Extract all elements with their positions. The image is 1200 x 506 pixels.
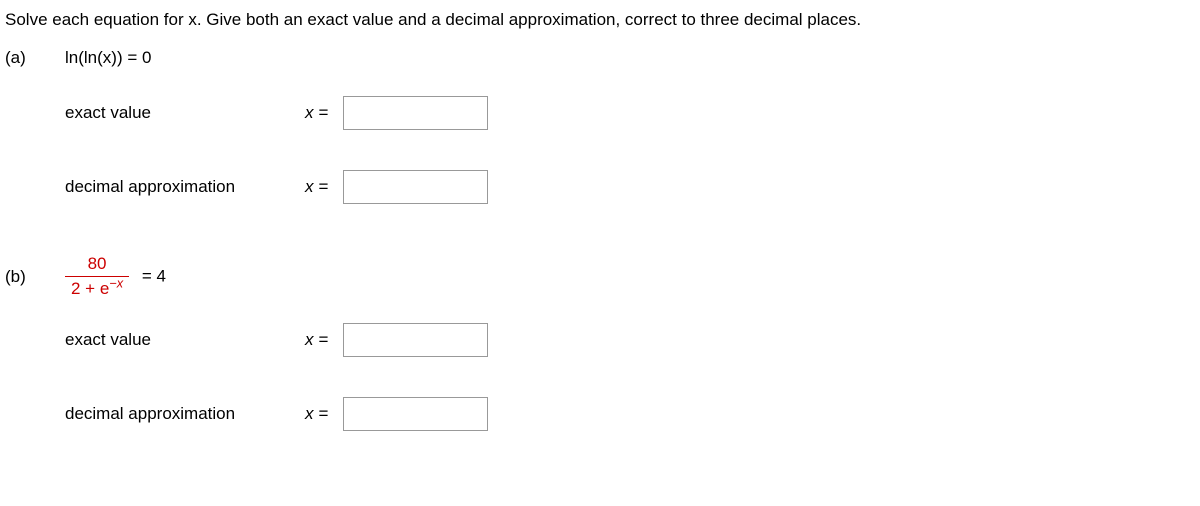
equation-rhs: = 4	[142, 267, 166, 286]
part-b-equation: 80 2 + e−x = 4	[65, 254, 166, 299]
part-b-decimal-xeq: x =	[305, 404, 328, 424]
part-a-decimal-label: decimal approximation	[65, 177, 305, 197]
part-b-exact-row: exact value x =	[65, 323, 1195, 357]
fraction-numerator: 80	[82, 254, 113, 276]
part-a-label: (a)	[5, 48, 65, 68]
part-b-answers: exact value x = decimal approximation x …	[65, 323, 1195, 431]
part-a-decimal-row: decimal approximation x =	[65, 170, 1195, 204]
part-b-decimal-label: decimal approximation	[65, 404, 305, 424]
part-a-exact-input[interactable]	[343, 96, 488, 130]
part-a-exact-xeq: x =	[305, 103, 328, 123]
fraction-exponent: −x	[109, 275, 123, 290]
part-a-decimal-xeq: x =	[305, 177, 328, 197]
part-b-label: (b)	[5, 267, 65, 287]
part-a-exact-label: exact value	[65, 103, 305, 123]
fraction-denominator: 2 + e−x	[65, 276, 129, 299]
problem-b-header: (b) 80 2 + e−x = 4	[5, 254, 1195, 299]
part-b-decimal-row: decimal approximation x =	[65, 397, 1195, 431]
part-b-decimal-input[interactable]	[343, 397, 488, 431]
part-a-answers: exact value x = decimal approximation x …	[65, 96, 1195, 204]
problem-a-header: (a) ln(ln(x)) = 0	[5, 48, 1195, 68]
part-a-equation: ln(ln(x)) = 0	[65, 48, 151, 68]
fraction: 80 2 + e−x	[65, 254, 129, 299]
instruction-text: Solve each equation for x. Give both an …	[5, 10, 1195, 30]
part-b-exact-xeq: x =	[305, 330, 328, 350]
problem-b: (b) 80 2 + e−x = 4 exact value x = decim…	[5, 254, 1195, 431]
part-b-exact-label: exact value	[65, 330, 305, 350]
part-a-exact-row: exact value x =	[65, 96, 1195, 130]
part-a-decimal-input[interactable]	[343, 170, 488, 204]
part-b-exact-input[interactable]	[343, 323, 488, 357]
problem-a: (a) ln(ln(x)) = 0 exact value x = decima…	[5, 48, 1195, 204]
